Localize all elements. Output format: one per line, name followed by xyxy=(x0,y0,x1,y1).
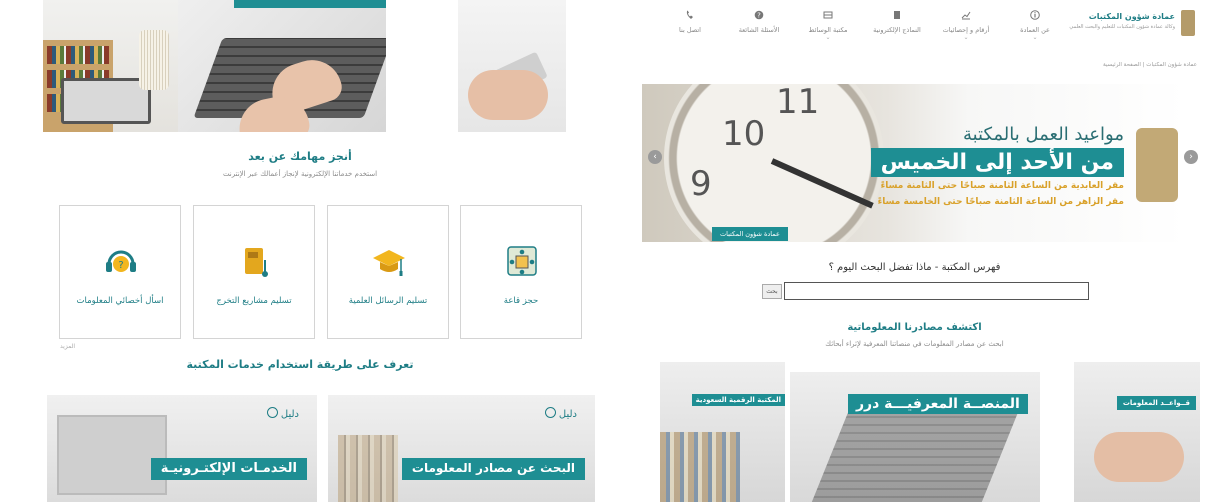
catalog-search-input[interactable] xyxy=(784,282,1089,300)
nav-item-media-library[interactable]: مكتبة الوسائط ⌄ xyxy=(799,10,857,41)
slide-title: مواعيد العمل بالمكتبة xyxy=(962,124,1124,145)
guide-title: البحث عن مصادر المعلومات xyxy=(401,458,585,480)
clock-image: 10 11 9 xyxy=(664,84,884,242)
media-icon xyxy=(823,11,833,19)
question-icon: ? xyxy=(754,10,764,20)
resource-label: قــواعــد المعلومات xyxy=(1116,396,1196,410)
university-logo xyxy=(1181,10,1195,36)
screenshot-divider xyxy=(600,0,624,502)
info-icon xyxy=(1030,10,1040,20)
meeting-room-icon xyxy=(507,246,537,276)
nav-item-about[interactable]: عن العمادة ⌄ xyxy=(1006,10,1064,41)
nav-item-e-forms[interactable]: النماذج الإلكترونية xyxy=(868,10,926,34)
nav-item-statistics[interactable]: أرقام و إحصائيات ⌄ xyxy=(937,10,995,41)
compass-icon xyxy=(544,407,556,418)
nav-item-faq[interactable]: ? الأسئلة الشائعة xyxy=(730,10,788,34)
logo-subtitle: وكالة عمادة شؤون المكتبات للتعليم والبحث… xyxy=(1069,24,1175,30)
remote-tasks-title: أنجز مهامك عن بعد xyxy=(248,150,352,163)
resource-card-saudi-digital-library[interactable]: المكتبة الرقمية السعودية xyxy=(660,362,785,502)
slide-days-band: من الأحد إلى الخميس xyxy=(870,148,1124,177)
resource-card-durar-platform[interactable]: المنصــة المعرفيـــة درر xyxy=(790,372,1040,502)
breadcrumb: عمادة شؤون المكتبات | الصفحة الرئيسية xyxy=(1103,62,1197,68)
service-card-ask-librarian[interactable]: ? اسأل أخصائي المعلومات xyxy=(59,205,181,339)
slide-hours-line-2: مقر الزاهر من الساعة الثامنة صباحًا حتى … xyxy=(877,197,1124,207)
slider-prev-arrow[interactable]: ‹ xyxy=(648,150,662,164)
guide-card-information-sources[interactable]: دليل البحث عن مصادر المعلومات xyxy=(328,395,595,502)
slide-caption: عمادة شؤون المكتبات xyxy=(712,227,788,241)
slide-university-logo xyxy=(1136,128,1178,202)
chevron-down-icon: ⌄ xyxy=(1032,34,1038,41)
chevron-down-icon: ⌄ xyxy=(963,34,969,41)
resource-label: المكتبة الرقمية السعودية xyxy=(691,394,785,406)
service-label: حجز قاعة xyxy=(503,296,539,306)
service-label: تسليم الرسائل العلمية xyxy=(348,296,428,306)
breadcrumb-current[interactable]: عمادة شؤون المكتبات xyxy=(1146,62,1197,68)
library-guide-title: تعرف على طريقة استخدام خدمات المكتبة xyxy=(186,358,414,371)
top-navigation: عمادة شؤون المكتبات وكالة عمادة شؤون الم… xyxy=(624,0,1205,50)
slider-next-arrow[interactable]: › xyxy=(1184,150,1198,164)
breadcrumb-separator: | xyxy=(1142,62,1145,68)
svg-text:?: ? xyxy=(757,12,761,20)
chevron-down-icon: ⌄ xyxy=(825,34,831,41)
service-label: تسليم مشاريع التخرج xyxy=(216,296,292,306)
remote-tasks-subtitle: استخدم خدماتنا الإلكترونية لإنجاز أعمالك… xyxy=(222,170,378,178)
guide-card-e-services[interactable]: دليل الخدمـات الإلكتـرونيـة xyxy=(47,395,317,502)
typing-laptop-photo xyxy=(178,0,386,132)
chart-icon xyxy=(961,11,971,20)
service-card-graduation-projects[interactable]: تسليم مشاريع التخرج xyxy=(193,205,315,339)
hero-slider: 10 11 9 مواعيد العمل بالمكتبة من الأحد إ… xyxy=(642,84,1186,242)
logo-title: عمادة شؤون المكتبات xyxy=(1088,12,1175,21)
book-upload-icon xyxy=(245,248,268,277)
catalog-search-button[interactable]: بحث xyxy=(762,284,782,299)
guide-title: الخدمـات الإلكتـرونيـة xyxy=(150,458,307,480)
hand-device-photo xyxy=(458,0,566,132)
svg-text:?: ? xyxy=(118,260,123,271)
catalog-title: فهرس المكتبة - ماذا تفضل البحث اليوم ؟ xyxy=(828,262,1001,273)
right-page-screenshot: عمادة شؤون المكتبات وكالة عمادة شؤون الم… xyxy=(624,0,1205,502)
headset-question-icon: ? xyxy=(106,250,136,272)
graduation-cap-icon xyxy=(373,250,405,276)
more-link[interactable]: المزيد xyxy=(60,343,75,350)
service-label: اسأل أخصائي المعلومات xyxy=(76,296,164,306)
left-page-screenshot: أنجز مهامك عن بعد استخدم خدماتنا الإلكتر… xyxy=(0,0,600,502)
service-card-room-booking[interactable]: حجز قاعة xyxy=(460,205,582,339)
service-card-thesis-submission[interactable]: تسليم الرسائل العلمية xyxy=(327,205,449,339)
discover-title: اكتشف مصادرنا المعلوماتية xyxy=(847,322,982,333)
nav-item-contact[interactable]: اتصل بنا xyxy=(661,10,719,34)
library-books-photo xyxy=(43,0,178,132)
compass-icon xyxy=(266,407,278,418)
guide-tag: دليل xyxy=(543,407,577,420)
slide-hours-line-1: مقر العابدية من الساعة الثامنة صباحًا حت… xyxy=(880,181,1124,191)
document-icon xyxy=(894,11,900,19)
resource-label: المنصــة المعرفيـــة درر xyxy=(848,394,1028,414)
guide-tag: دليل xyxy=(265,407,299,420)
resource-card-databases[interactable]: قــواعــد المعلومات xyxy=(1074,362,1200,502)
phone-icon xyxy=(686,10,693,19)
discover-subtitle: ابحث عن مصادر المعلومات في منصاتنا المعر… xyxy=(825,340,1004,348)
breadcrumb-home[interactable]: الصفحة الرئيسية xyxy=(1103,62,1141,68)
